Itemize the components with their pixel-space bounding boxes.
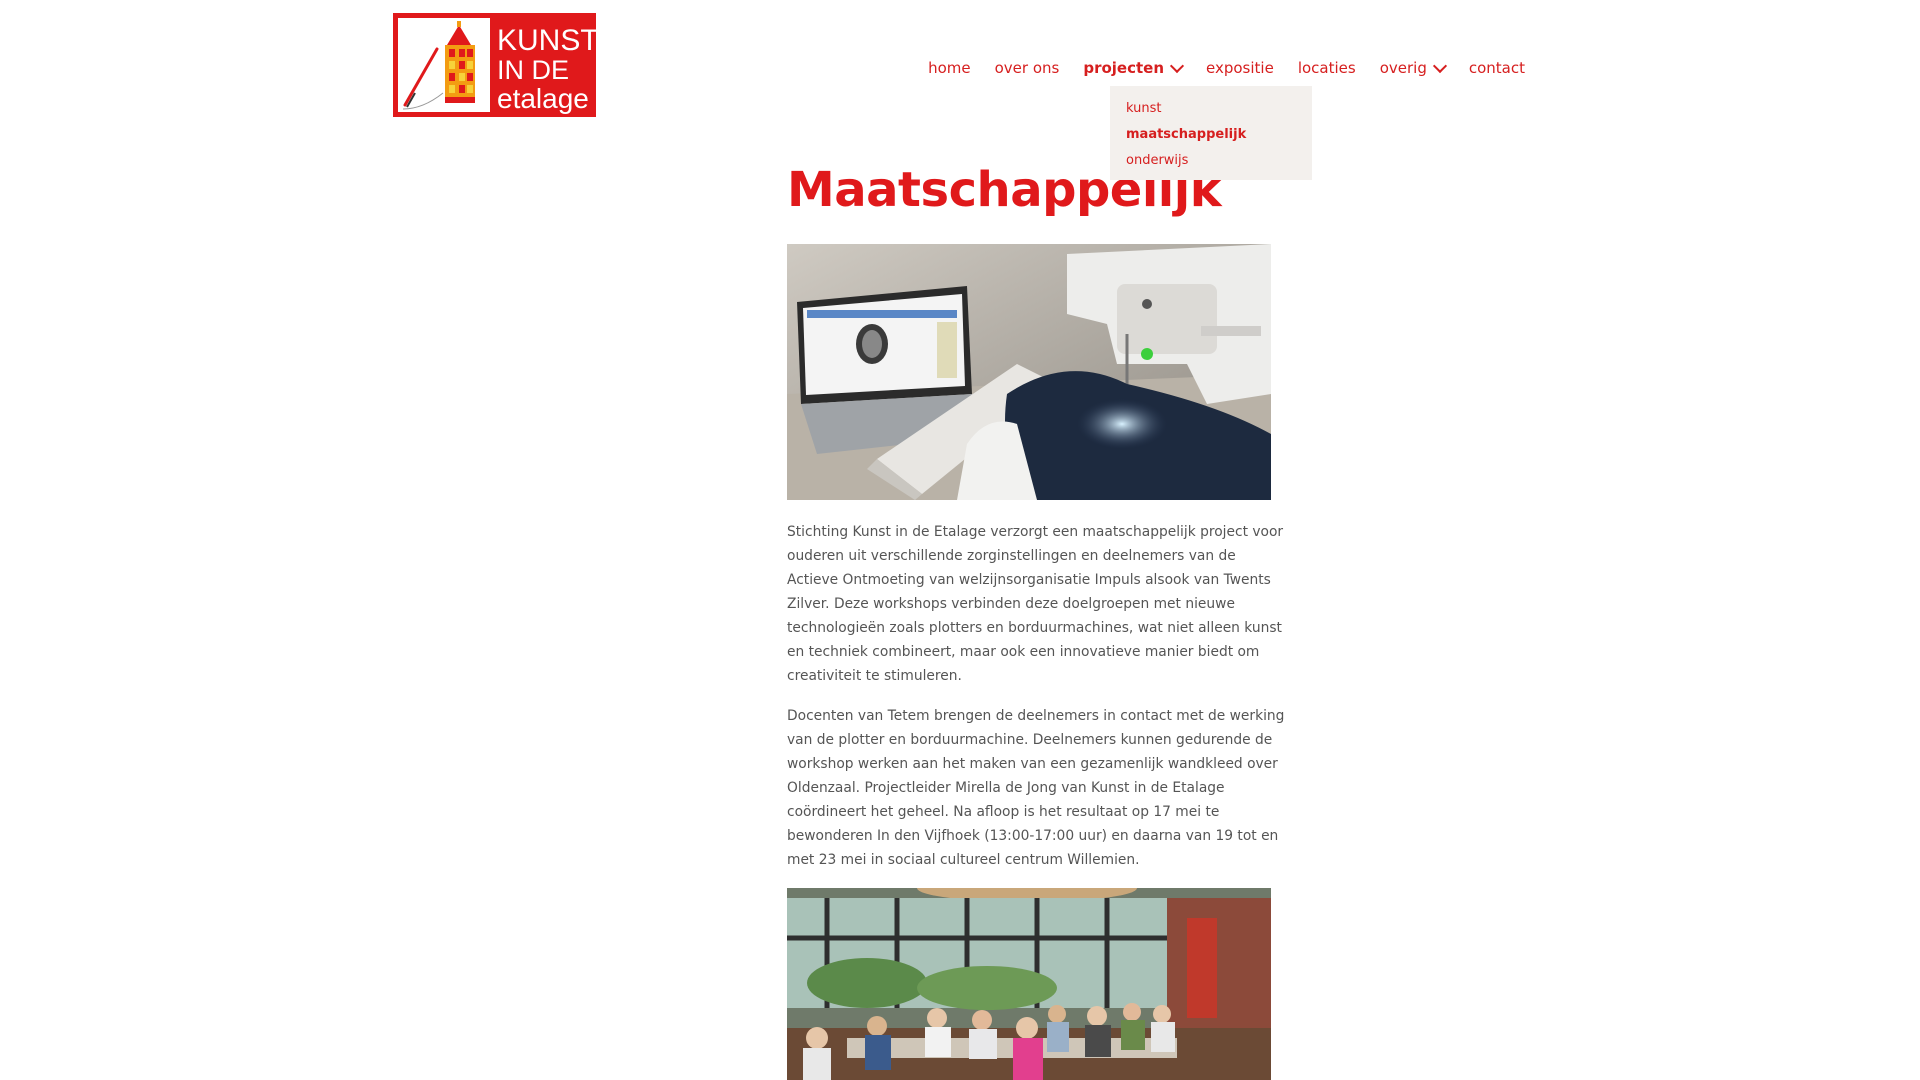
nav-item-expositie[interactable]: expositie bbox=[1194, 56, 1286, 80]
nav-item-locaties[interactable]: locaties bbox=[1286, 56, 1368, 80]
main-nav: home over ons projecten expositie locati… bbox=[916, 56, 1537, 80]
dropdown-item-onderwijs[interactable]: onderwijs bbox=[1126, 148, 1296, 174]
details-paragraph: Docenten van Tetem brengen de deelnemers… bbox=[787, 708, 1285, 868]
nav-item-projecten[interactable]: projecten bbox=[1071, 56, 1194, 80]
logo-graphic: KUNST IN DE etalage bbox=[393, 13, 599, 117]
intro-paragraph: Stichting Kunst in de Etalage verzorgt e… bbox=[787, 524, 1284, 684]
dropdown-item-maatschappelijk[interactable]: maatschappelijk bbox=[1126, 122, 1296, 148]
nav-label: home bbox=[928, 59, 971, 77]
nav-label: projecten bbox=[1083, 59, 1165, 77]
nav-item-over-ons[interactable]: over ons bbox=[983, 56, 1072, 80]
nav-label: overig bbox=[1379, 59, 1427, 77]
nav-label: locaties bbox=[1297, 59, 1356, 77]
chevron-down-icon bbox=[1432, 58, 1447, 73]
nav-item-home[interactable]: home bbox=[916, 56, 983, 80]
nav-label: over ons bbox=[994, 59, 1060, 77]
logo-line3: etalage bbox=[497, 83, 589, 114]
site-logo[interactable]: KUNST IN DE etalage bbox=[393, 13, 599, 117]
projecten-dropdown-menu: kunst maatschappelijk onderwijs bbox=[1110, 86, 1312, 180]
nav-label: contact bbox=[1468, 59, 1525, 77]
page: KUNST IN DE etalage home over ons projec… bbox=[0, 0, 1920, 1080]
nav-item-contact[interactable]: contact bbox=[1457, 56, 1537, 80]
workshop-group-photo bbox=[787, 888, 1271, 1080]
embroidery-machine-photo bbox=[787, 244, 1271, 500]
nav-label: expositie bbox=[1206, 59, 1274, 77]
chevron-down-icon bbox=[1169, 58, 1185, 73]
logo-line2: IN DE bbox=[497, 55, 569, 85]
nav-item-overig[interactable]: overig bbox=[1368, 56, 1457, 80]
logo-line1: KUNST bbox=[497, 24, 596, 57]
dropdown-item-kunst[interactable]: kunst bbox=[1126, 96, 1296, 122]
